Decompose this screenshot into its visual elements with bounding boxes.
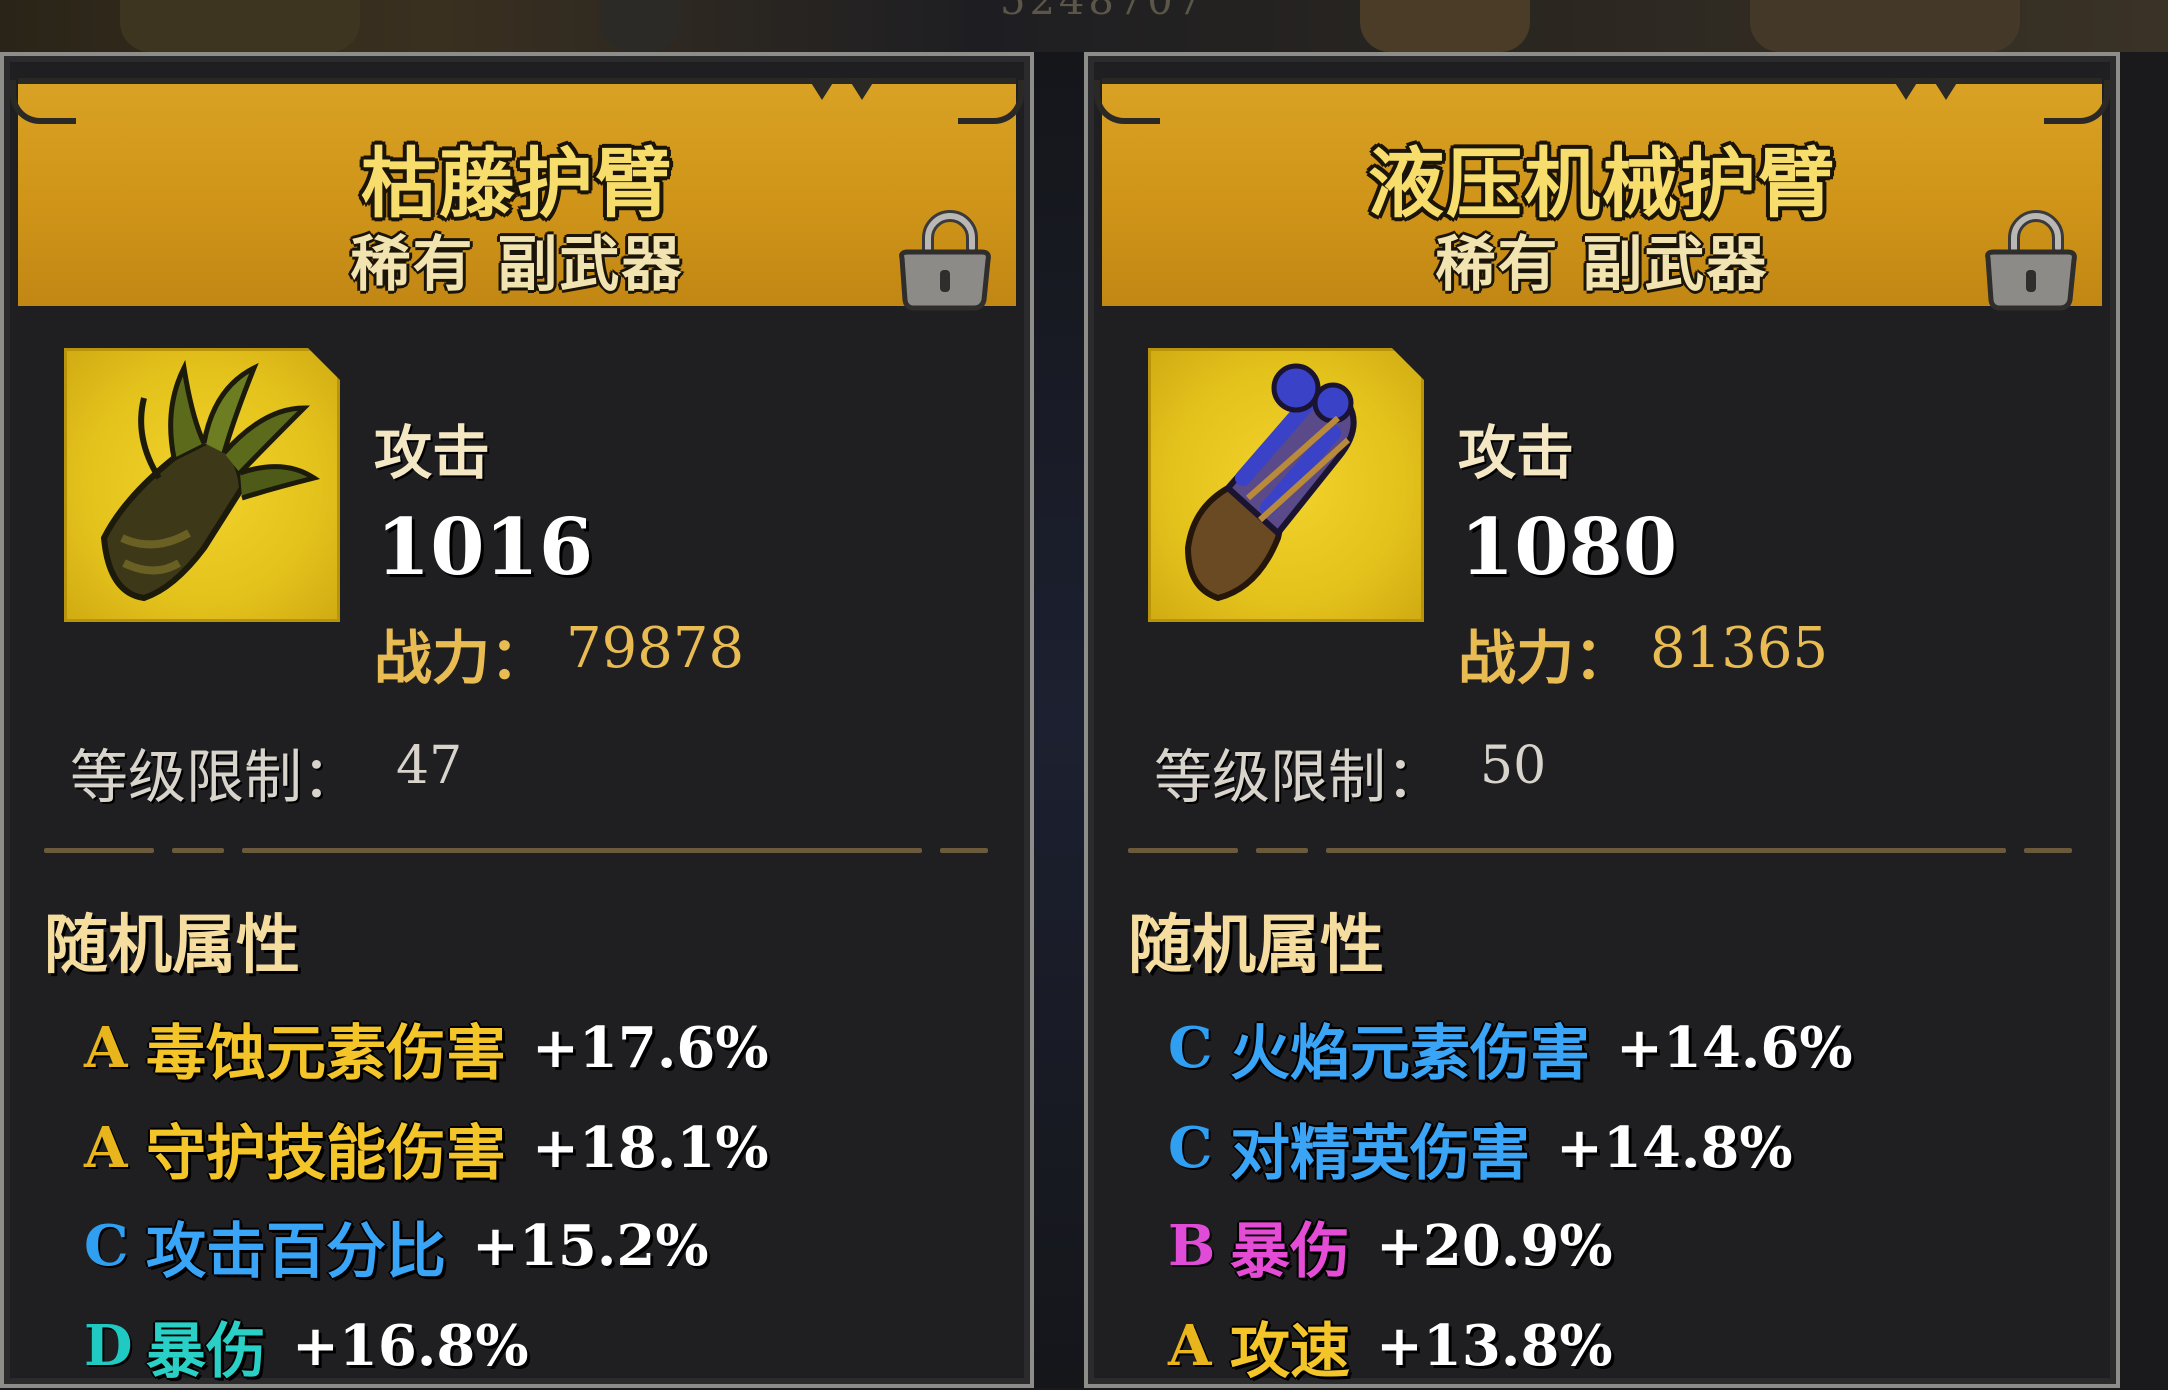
power-value: 81365 xyxy=(1650,616,1829,681)
attribute-name: 毒蚀元素伤害 xyxy=(146,1018,506,1089)
background-item-slot xyxy=(120,0,360,52)
unlock-icon[interactable] xyxy=(890,204,1000,314)
attribute-grade: A xyxy=(84,1015,128,1081)
attribute-name: 暴伤 xyxy=(146,1316,266,1387)
attribute-row: A 毒蚀元素伤害 +17.6% xyxy=(84,1008,769,1089)
header-ornament xyxy=(2044,80,2110,124)
hydraulic-bracer-icon xyxy=(1184,363,1357,602)
header-notch xyxy=(1892,78,1920,100)
random-attributes-title: 随机属性 xyxy=(1128,909,1384,983)
attribute-value: +14.6% xyxy=(1616,1015,1853,1081)
attribute-name: 火焰元素伤害 xyxy=(1230,1018,1590,1089)
stat-value: 1080 xyxy=(1460,502,1678,593)
attribute-grade: A xyxy=(84,1115,128,1181)
item-rarity-type: 稀有 副武器 xyxy=(350,230,684,300)
stat-label: 攻击 xyxy=(374,419,491,487)
divider xyxy=(172,848,224,853)
header-notch xyxy=(848,78,876,100)
attribute-grade: C xyxy=(1168,1015,1213,1081)
attribute-row: C 对精英伤害 +14.8% xyxy=(1168,1108,1793,1189)
attribute-row: A 攻速 +13.8% xyxy=(1168,1306,1613,1387)
item-card-left[interactable]: 枯藤护臂 稀有 副武器 攻击 1016 战力： 79878 等级限制： 47 随… xyxy=(0,52,1034,1388)
divider xyxy=(242,848,922,853)
header-ornament xyxy=(958,80,1024,124)
item-header: 枯藤护臂 稀有 副武器 xyxy=(10,78,1024,311)
header-notch xyxy=(1932,78,1960,100)
attribute-value: +13.8% xyxy=(1376,1313,1613,1379)
attribute-name: 守护技能伤害 xyxy=(146,1118,506,1189)
power-label: 战力： xyxy=(1458,624,1633,692)
attribute-row: A 守护技能伤害 +18.1% xyxy=(84,1108,769,1189)
divider xyxy=(940,848,988,853)
divider xyxy=(1256,848,1308,853)
attribute-value: +20.9% xyxy=(1376,1213,1613,1279)
unlock-icon[interactable] xyxy=(1976,204,2086,314)
vine-bracer-icon xyxy=(100,359,321,602)
attribute-name: 攻击百分比 xyxy=(146,1216,446,1287)
attribute-grade: B xyxy=(1168,1213,1216,1279)
item-icon-frame xyxy=(1148,344,1428,622)
divider xyxy=(44,848,154,853)
header-notch xyxy=(808,78,836,100)
attribute-row: C 攻击百分比 +15.2% xyxy=(84,1206,709,1287)
attribute-grade: C xyxy=(84,1213,129,1279)
level-requirement-label: 等级限制： xyxy=(70,743,361,811)
attribute-value: +15.2% xyxy=(472,1213,709,1279)
attribute-value: +17.6% xyxy=(532,1015,769,1081)
attribute-row: B 暴伤 +20.9% xyxy=(1168,1206,1613,1287)
attribute-row: D 暴伤 +16.8% xyxy=(84,1306,529,1387)
attribute-value: +16.8% xyxy=(292,1313,529,1379)
background-number: 5248707 xyxy=(1000,0,1207,24)
background-item-slot xyxy=(1750,0,2020,52)
power-value: 79878 xyxy=(566,616,745,681)
item-rarity-type: 稀有 副武器 xyxy=(1435,230,1769,300)
stat-value: 1016 xyxy=(376,502,594,593)
level-requirement-label: 等级限制： xyxy=(1154,743,1445,811)
attribute-name: 攻速 xyxy=(1230,1316,1350,1387)
attribute-grade: C xyxy=(1168,1115,1213,1181)
background-item-slot xyxy=(600,0,680,52)
power-label: 战力： xyxy=(374,624,549,692)
header-ornament xyxy=(10,80,76,124)
panel-gap xyxy=(1034,52,1084,1388)
item-header: 液压机械护臂 稀有 副武器 xyxy=(1094,78,2110,311)
attribute-grade: A xyxy=(1168,1313,1212,1379)
random-attributes-title: 随机属性 xyxy=(44,909,300,983)
level-requirement-value: 50 xyxy=(1480,736,1547,796)
divider xyxy=(1326,848,2006,853)
header-ornament xyxy=(1094,80,1160,124)
divider xyxy=(1128,848,1238,853)
attribute-row: C 火焰元素伤害 +14.6% xyxy=(1168,1008,1853,1089)
attribute-name: 对精英伤害 xyxy=(1230,1118,1530,1189)
level-requirement-value: 47 xyxy=(396,736,463,796)
background-item-slot xyxy=(1360,0,1530,52)
attribute-value: +18.1% xyxy=(532,1115,769,1181)
attribute-name: 暴伤 xyxy=(1230,1216,1350,1287)
stat-label: 攻击 xyxy=(1458,419,1575,487)
item-card-right[interactable]: 液压机械护臂 稀有 副武器 攻击 1080 战力： 81365 等级限制： 50… xyxy=(1084,52,2120,1388)
item-icon-frame xyxy=(64,344,344,622)
attribute-grade: D xyxy=(84,1313,133,1379)
attribute-value: +14.8% xyxy=(1556,1115,1793,1181)
divider xyxy=(2024,848,2072,853)
top-background-strip: 5248707 xyxy=(0,0,2168,52)
